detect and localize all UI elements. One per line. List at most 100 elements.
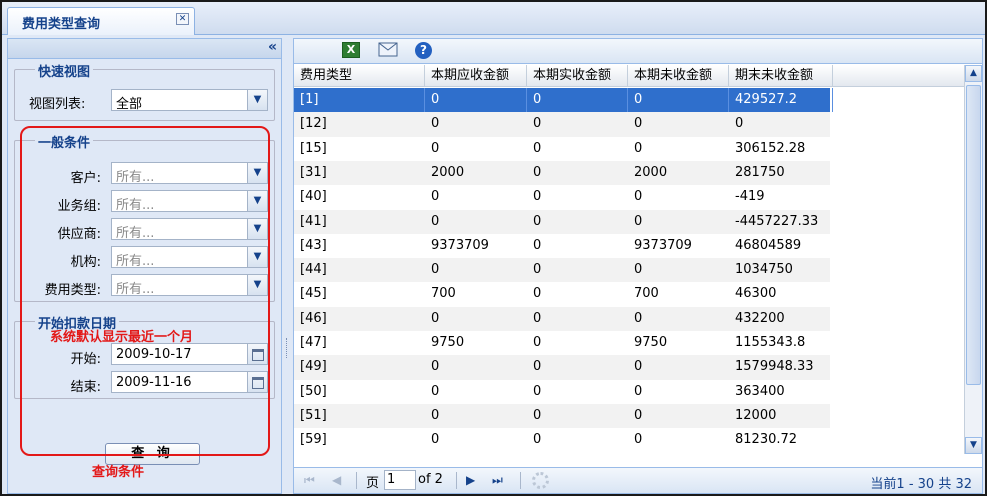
table-cell: 9373709 [634, 237, 692, 253]
excel-export-icon[interactable]: X [342, 42, 360, 58]
table-cell: 0 [533, 189, 542, 205]
chevron-down-icon[interactable]: ▼ [247, 191, 267, 211]
organization-select[interactable]: 所有... ▼ [111, 246, 268, 269]
first-page-icon[interactable]: ⏮ [304, 473, 315, 488]
table-cell: [15] [300, 140, 327, 156]
table-cell: 0 [634, 189, 643, 205]
end-date-field[interactable]: 2009-11-16 [111, 371, 268, 393]
splitter-grip[interactable] [286, 338, 289, 358]
panel-splitter[interactable] [284, 38, 292, 494]
column-header[interactable]: 期末未收金额 [729, 65, 833, 87]
table-cell: -419 [735, 189, 765, 205]
customer-select[interactable]: 所有... ▼ [111, 162, 268, 185]
table-row[interactable]: [43] 9373709 0 9373709 46804589 [294, 234, 830, 258]
table-row[interactable]: [50] 0 0 0 363400 [294, 380, 830, 404]
start-date-field[interactable]: 2009-10-17 [111, 343, 268, 365]
table-cell: [59] [300, 432, 327, 448]
table-row[interactable]: [46] 0 0 0 432200 [294, 306, 830, 331]
end-date-label: 结束: [70, 380, 101, 395]
vertical-scrollbar[interactable]: ▲ ▼ [964, 65, 982, 454]
table-row[interactable]: [60]000-598753.27 [294, 452, 830, 454]
next-page-icon[interactable]: ▶ [466, 473, 475, 487]
table-cell: 0 [533, 164, 542, 180]
column-header[interactable]: 费用类型 [294, 65, 425, 87]
table-cell: [60] [294, 453, 425, 454]
quick-view-legend: 快速视图 [35, 61, 94, 80]
scroll-thumb[interactable] [966, 85, 981, 385]
table-row[interactable]: [31] 2000 0 2000 281750 [294, 160, 830, 186]
table-cell: 0 [533, 407, 542, 423]
scroll-down-icon[interactable]: ▼ [965, 437, 982, 454]
close-icon[interactable]: ✕ [176, 13, 189, 25]
table-cell: 0 [634, 262, 643, 278]
business-group-label: 业务组: [57, 199, 101, 214]
expense-type-label: 费用类型: [44, 283, 101, 298]
tab-title: 费用类型查询 [22, 17, 101, 32]
page-number-input[interactable]: 1 [384, 470, 416, 490]
last-page-icon[interactable]: ⏭ [492, 473, 503, 488]
table-cell: 9750 [431, 335, 465, 350]
chevron-down-icon[interactable]: ▼ [247, 275, 267, 295]
table-cell: 2000 [431, 164, 465, 180]
table-cell: 0 [431, 140, 440, 156]
column-header[interactable]: 本期实收金额 [527, 65, 628, 87]
view-list-value: 全部 [116, 97, 143, 112]
business-group-placeholder: 所有... [116, 198, 155, 213]
table-cell: 0 [425, 453, 527, 454]
table-cell: 0 [431, 359, 440, 375]
table-row[interactable]: [59] 0 0 0 81230.72 [294, 428, 830, 452]
business-group-select[interactable]: 所有... ▼ [111, 190, 268, 213]
organization-placeholder: 所有... [116, 254, 155, 269]
grid-body: [1] 0 0 0 429527.2 [12] 0 0 0 0 [15] 0 0 0 306152.28 [3… [294, 88, 964, 453]
table-row[interactable]: [51] 0 0 0 12000 [294, 403, 830, 429]
organization-label: 机构: [70, 255, 101, 270]
pager-separator [456, 472, 457, 489]
calendar-icon[interactable] [247, 344, 267, 364]
collapse-icon[interactable]: « [268, 39, 277, 55]
table-cell: 46300 [735, 286, 777, 302]
calendar-icon[interactable] [247, 372, 267, 392]
grid-panel: X ? 费用类型 本期应收金额 本期实收金额 本期未收金额 期末未收金额 [1]… [293, 38, 983, 494]
general-conditions-legend: 一般条件 [35, 132, 94, 151]
start-date-value: 2009-10-17 [116, 347, 192, 362]
table-row[interactable]: [40] 0 0 0 -419 [294, 185, 830, 209]
column-header[interactable]: 本期应收金额 [425, 65, 527, 87]
view-list-select[interactable]: 全部 ▼ [111, 89, 268, 112]
prev-page-icon[interactable]: ◀ [332, 473, 341, 487]
table-cell: [51] [300, 407, 327, 423]
refresh-icon[interactable] [532, 472, 549, 489]
table-cell: 700 [431, 286, 456, 302]
chevron-down-icon[interactable]: ▼ [247, 163, 267, 183]
table-cell: 0 [634, 383, 643, 399]
table-cell: 2000 [634, 164, 668, 180]
customer-label: 客户: [70, 171, 101, 186]
chevron-down-icon[interactable]: ▼ [247, 219, 267, 239]
table-row[interactable]: [44] 0 0 0 1034750 [294, 258, 830, 283]
tab-expense-type-query[interactable]: 费用类型查询 ✕ [7, 7, 195, 35]
table-row[interactable]: [15] 0 0 0 306152.28 [294, 137, 830, 161]
table-cell: 0 [634, 213, 643, 229]
table-cell: 81230.72 [735, 432, 798, 448]
table-cell: [1] [294, 88, 425, 112]
table-cell: 0 [533, 286, 542, 302]
table-cell: 0 [533, 383, 542, 399]
table-cell: 0 [527, 88, 628, 112]
chevron-down-icon[interactable]: ▼ [247, 90, 267, 110]
table-cell: 0 [431, 383, 440, 399]
table-row[interactable]: [1] 0 0 0 429527.2 [294, 88, 833, 113]
expense-type-select[interactable]: 所有... ▼ [111, 274, 268, 297]
table-row[interactable]: [49] 0 0 0 1579948.33 [294, 355, 830, 380]
column-header[interactable]: 本期未收金额 [628, 65, 729, 87]
table-cell: 363400 [735, 383, 785, 399]
table-row[interactable]: [41] 0 0 0 -4457227.33 [294, 209, 830, 234]
supplier-select[interactable]: 所有... ▼ [111, 218, 268, 241]
table-row[interactable]: [12] 0 0 0 0 [294, 112, 830, 137]
mail-icon[interactable] [378, 42, 398, 58]
chevron-down-icon[interactable]: ▼ [247, 247, 267, 267]
table-cell: 281750 [735, 164, 785, 180]
table-cell: [47] [300, 335, 327, 350]
scroll-up-icon[interactable]: ▲ [965, 65, 982, 82]
table-row[interactable]: [45] 700 0 700 46300 [294, 282, 830, 306]
help-icon[interactable]: ? [415, 42, 432, 59]
table-row[interactable]: [47] 9750 0 9750 1155343.8 [294, 331, 830, 355]
